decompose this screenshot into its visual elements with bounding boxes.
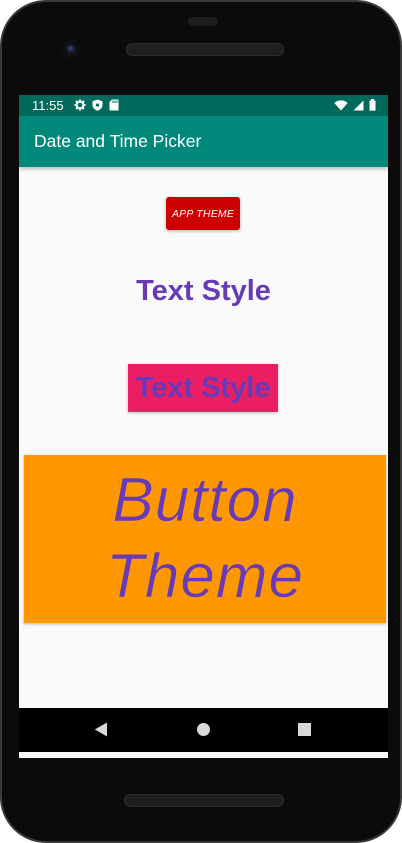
button-theme-line2: Theme: [106, 542, 304, 612]
gear-icon: [74, 99, 86, 111]
navigation-bar: [19, 708, 388, 752]
signal-icon: [353, 100, 364, 110]
home-icon[interactable]: [197, 723, 210, 736]
text-style-boxed-label[interactable]: Text Style: [128, 364, 278, 412]
recents-icon[interactable]: [298, 723, 311, 736]
status-bar: 11:55: [19, 95, 388, 116]
button-theme-line1: Button: [112, 466, 298, 536]
app-theme-button[interactable]: APP THEME: [166, 197, 240, 230]
app-title: Date and Time Picker: [34, 131, 202, 151]
wifi-icon: [334, 99, 348, 110]
status-time: 11:55: [32, 98, 64, 113]
app-bar: Date and Time Picker: [19, 116, 388, 167]
phone-frame: 11:55 Date and Time Picker APP THEME Tex…: [0, 0, 402, 843]
top-speaker-grille: [126, 43, 284, 56]
bottom-speaker-grille: [124, 794, 284, 807]
status-left-icons: [74, 99, 119, 111]
device-screen: 11:55 Date and Time Picker APP THEME Tex…: [19, 95, 388, 758]
front-camera: [62, 40, 80, 58]
earpiece-speaker: [188, 17, 218, 26]
status-right-icons: [334, 99, 376, 111]
shield-icon: [92, 99, 103, 111]
text-style-label: Text Style: [136, 275, 271, 307]
back-icon[interactable]: [94, 722, 108, 737]
battery-icon: [369, 99, 376, 111]
sd-card-icon: [109, 99, 119, 111]
button-theme-button[interactable]: Button Theme: [24, 455, 386, 623]
